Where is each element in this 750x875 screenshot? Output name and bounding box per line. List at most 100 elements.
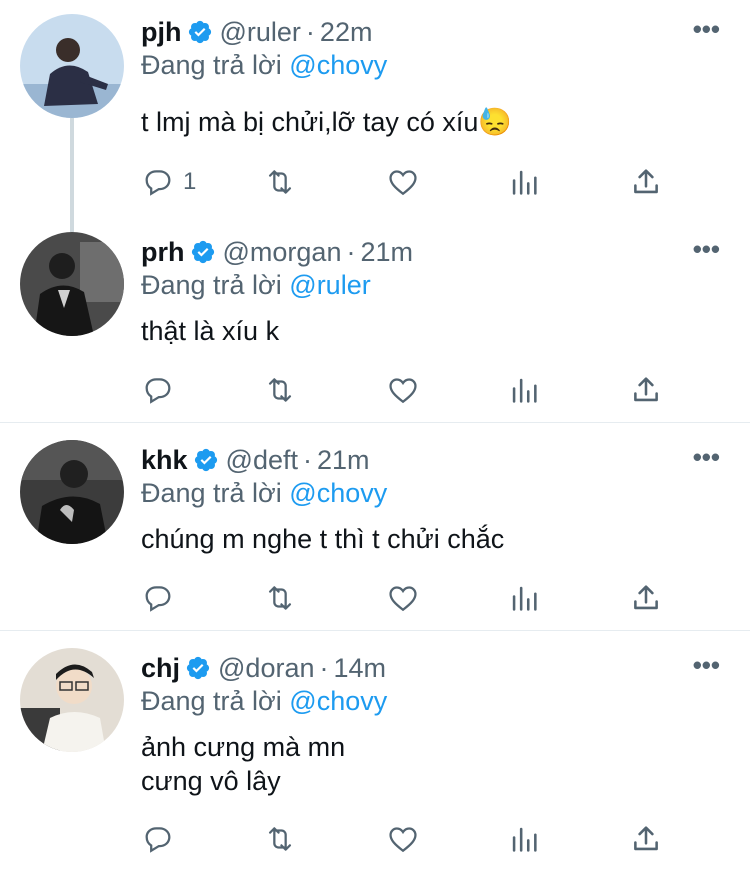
tweet-text-line: thật là xíu k (141, 316, 280, 346)
display-name[interactable]: khk (141, 445, 188, 476)
tweet-text: thật là xíu k (141, 314, 279, 348)
timestamp[interactable]: 21m (360, 237, 413, 268)
display-name[interactable]: pjh (141, 17, 182, 48)
avatar-image (20, 232, 124, 336)
retweet-icon (268, 170, 292, 194)
user-handle[interactable]: @doran (218, 653, 314, 684)
share-button[interactable] (629, 578, 663, 618)
reply-button[interactable]: 1 (141, 162, 196, 202)
reply-button[interactable] (141, 819, 183, 859)
replying-prefix: Đang trả lời (141, 686, 282, 716)
reply-icon (145, 170, 171, 196)
verified-badge-icon (185, 655, 211, 681)
like-button[interactable] (386, 370, 420, 410)
views-button[interactable] (507, 370, 541, 410)
avatar[interactable] (20, 440, 124, 544)
reply-mention-link[interactable]: @chovy (289, 686, 387, 716)
more-icon[interactable]: ••• (693, 16, 720, 42)
like-icon (389, 170, 417, 196)
like-icon (389, 378, 417, 404)
retweet-button[interactable] (263, 162, 297, 202)
tweet-chj[interactable]: chj @doran · 14m ••• Đang trả lời @chovy… (0, 631, 750, 875)
views-button[interactable] (507, 578, 541, 618)
tweet-text: ảnh cưng mà mn cưng vô lây (141, 730, 345, 798)
tweet-actions (141, 819, 681, 859)
like-button[interactable] (386, 578, 420, 618)
tweet-khk[interactable]: khk @deft · 21m ••• Đang trả lời @chovy … (0, 423, 750, 630)
separator-dot: · (319, 652, 329, 683)
views-icon (512, 170, 537, 195)
reply-mention-link[interactable]: @chovy (289, 50, 387, 80)
retweet-button[interactable] (263, 578, 297, 618)
display-name[interactable]: prh (141, 237, 185, 268)
like-button[interactable] (386, 819, 420, 859)
reply-mention-link[interactable]: @chovy (289, 478, 387, 508)
tweet-header: pjh @ruler · 22m (141, 14, 372, 50)
verified-badge-icon (187, 19, 213, 45)
avatar-image (20, 440, 124, 544)
reply-button[interactable] (141, 370, 183, 410)
avatar-image (20, 14, 124, 118)
share-icon (634, 585, 658, 610)
avatar[interactable] (20, 648, 124, 752)
share-button[interactable] (629, 162, 663, 202)
tweet-prh[interactable]: prh @morgan · 21m ••• Đang trả lời @rule… (0, 212, 750, 422)
share-button[interactable] (629, 819, 663, 859)
tweet-header: khk @deft · 21m (141, 442, 370, 478)
tweet-text-line: ảnh cưng mà mn (141, 732, 346, 762)
share-icon (634, 826, 658, 851)
tweet-actions (141, 370, 681, 410)
replying-to: Đang trả lời @chovy (141, 686, 387, 717)
retweet-icon (268, 827, 292, 851)
tweet-actions: 1 (141, 162, 681, 202)
separator-dot: · (302, 444, 312, 475)
share-button[interactable] (629, 370, 663, 410)
reply-icon (145, 827, 171, 853)
verified-badge-icon (190, 239, 216, 265)
avatar[interactable] (20, 14, 124, 118)
replying-to: Đang trả lời @chovy (141, 50, 387, 81)
views-button[interactable] (507, 819, 541, 859)
replying-to: Đang trả lời @chovy (141, 478, 387, 509)
like-icon (389, 827, 417, 853)
tweet-text-line: t lmj mà bị chửi,lỡ tay có xíu😓 (141, 107, 512, 137)
timestamp[interactable]: 22m (320, 17, 373, 48)
more-icon[interactable]: ••• (693, 444, 720, 470)
tweet-header: chj @doran · 14m (141, 650, 386, 686)
share-icon (634, 169, 658, 194)
avatar-image (20, 648, 124, 752)
more-icon[interactable]: ••• (693, 236, 720, 262)
views-icon (512, 378, 537, 403)
retweet-button[interactable] (263, 819, 297, 859)
separator-dot: · (305, 16, 315, 47)
share-icon (634, 377, 658, 402)
reply-count: 1 (183, 168, 197, 195)
more-icon[interactable]: ••• (693, 652, 720, 678)
retweet-icon (268, 378, 292, 402)
tweet-pjh[interactable]: pjh @ruler · 22m ••• Đang trả lời @chovy… (0, 0, 750, 212)
user-handle[interactable]: @ruler (220, 17, 301, 48)
like-button[interactable] (386, 162, 420, 202)
reply-mention-link[interactable]: @ruler (289, 270, 370, 300)
reply-icon (145, 586, 171, 612)
views-button[interactable] (507, 162, 541, 202)
retweet-icon (268, 586, 292, 610)
avatar[interactable] (20, 232, 124, 336)
tweet-text-line: cưng vô lây (141, 766, 281, 796)
reply-button[interactable] (141, 578, 183, 618)
tweet-actions (141, 578, 681, 618)
tweet-text-line: chúng m nghe t thì t chửi chắc (141, 524, 505, 554)
separator-dot: · (346, 236, 356, 267)
retweet-button[interactable] (263, 370, 297, 410)
user-handle[interactable]: @deft (226, 445, 298, 476)
tweet-header: prh @morgan · 21m (141, 234, 413, 270)
timestamp[interactable]: 21m (317, 445, 370, 476)
timestamp[interactable]: 14m (333, 653, 386, 684)
reply-icon (145, 378, 171, 404)
tweet-text: t lmj mà bị chửi,lỡ tay có xíu😓 (141, 105, 512, 139)
verified-badge-icon (193, 447, 219, 473)
display-name[interactable]: chj (141, 653, 180, 684)
replying-prefix: Đang trả lời (141, 270, 282, 300)
user-handle[interactable]: @morgan (223, 237, 342, 268)
replying-to: Đang trả lời @ruler (141, 270, 371, 301)
